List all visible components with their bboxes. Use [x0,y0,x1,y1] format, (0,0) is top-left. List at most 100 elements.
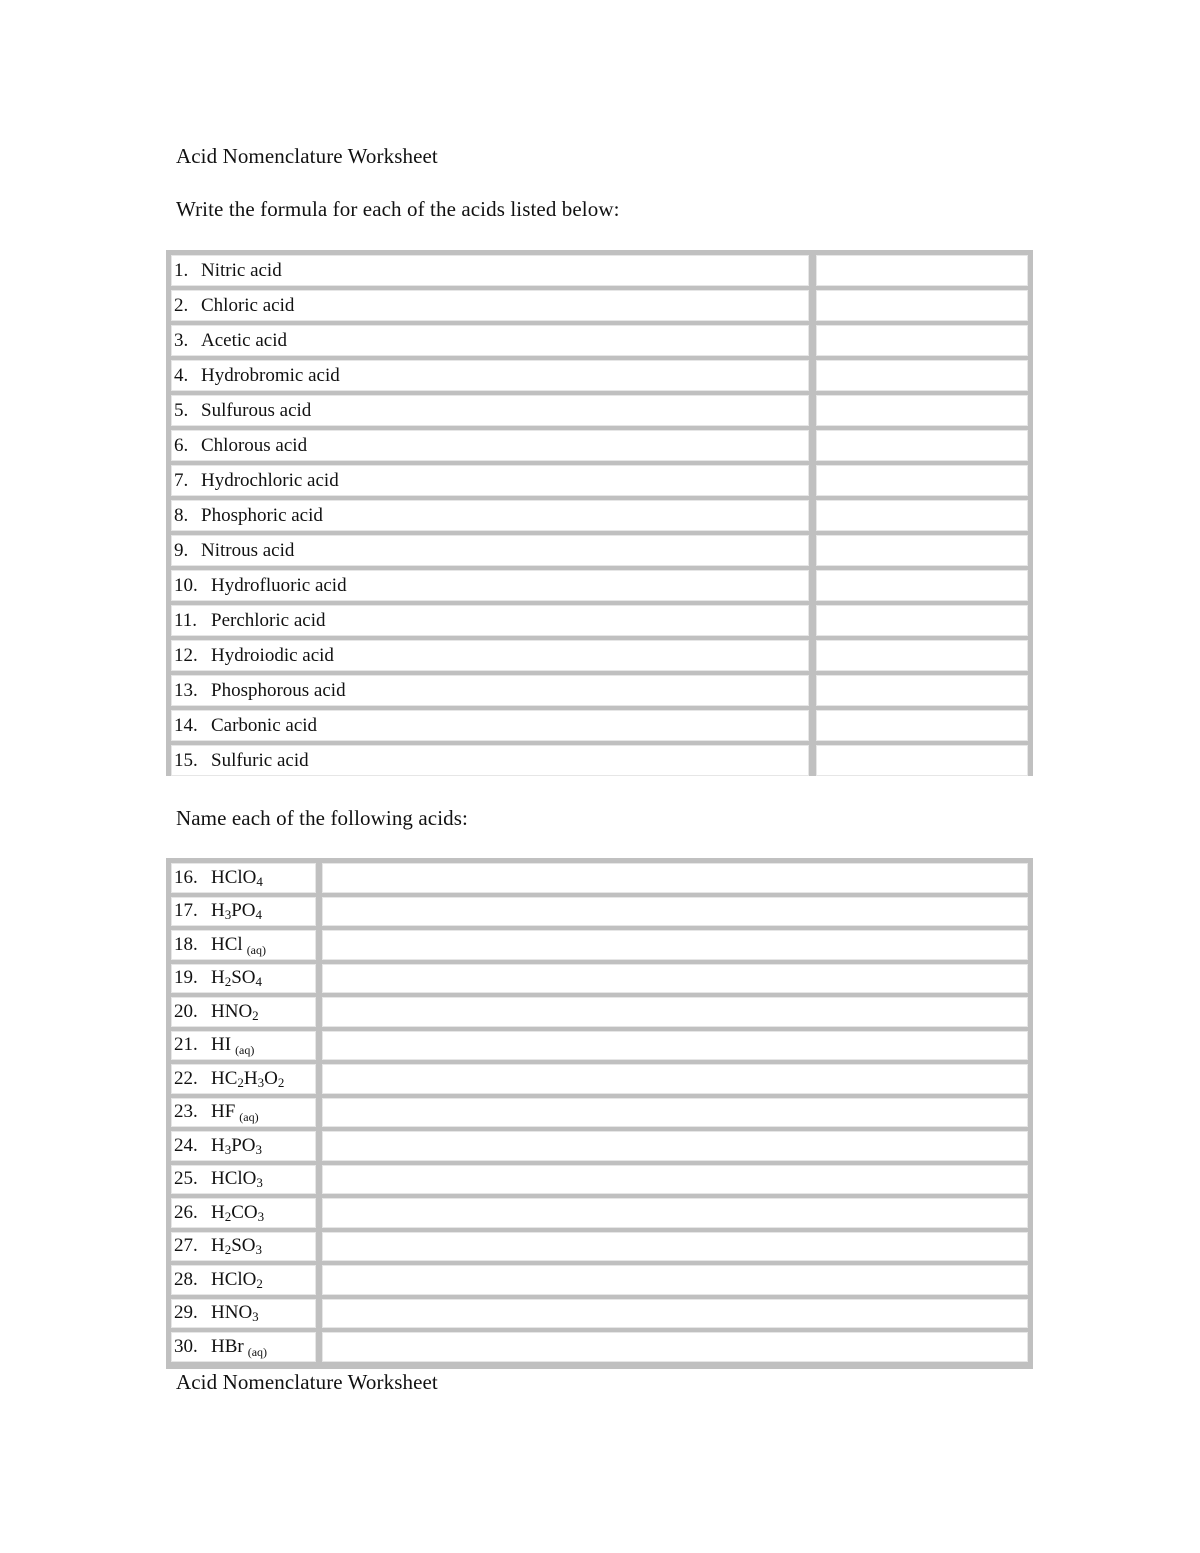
table-row: 2. Chloric acid [171,290,1028,321]
name-answer-field[interactable] [322,1164,1028,1194]
acid-formula-cell: 16. HClO4 [171,863,316,893]
name-answer-field[interactable] [322,863,1028,893]
table-row: 29. HNO3 [171,1298,1028,1328]
table-row: 18. HCl (aq) [171,930,1028,960]
table-row: 3. Acetic acid [171,325,1028,356]
acid-name-cell: 12. Hydroiodic acid [171,640,809,671]
acid-formula-cell: 18. HCl (aq) [171,930,316,960]
formula-answer-field[interactable] [816,605,1028,636]
formula-answer-field[interactable] [816,255,1028,286]
item-number: 22. [174,1067,198,1089]
table-row: 14. Carbonic acid [171,710,1028,741]
formula-answer-field[interactable] [816,745,1028,776]
name-answer-field[interactable] [322,1097,1028,1127]
subscript: 3 [255,1242,263,1258]
table-row: 23. HF (aq) [171,1097,1028,1127]
formula-answer-field[interactable] [816,710,1028,741]
acid-name-cell: 1. Nitric acid [171,255,809,286]
acid-formula: HClO4 [211,867,263,889]
item-number: 16. [174,866,198,888]
formula-part: HClO [211,1268,257,1290]
footer-title: Acid Nomenclature Worksheet [176,1370,438,1394]
name-answer-field[interactable] [322,1064,1028,1094]
name-answer-field[interactable] [322,1298,1028,1328]
formula-part: H [211,1201,225,1223]
acid-name: Nitrous acid [201,539,295,561]
table-row: 20. HNO2 [171,997,1028,1027]
formula-table: 1. Nitric acid 2. Chloric acid 3. Acetic acid… [166,250,1033,776]
table-row: 28. HClO2 [171,1265,1028,1295]
table-row: 26. H2CO3 [171,1198,1028,1228]
table-row: 30. HBr (aq) [171,1332,1028,1362]
table-row: 13. Phosphorous acid [171,675,1028,706]
acid-formula-cell: 24. H3PO3 [171,1131,316,1161]
name-answer-field[interactable] [322,963,1028,993]
table-row: 17. H3PO4 [171,896,1028,926]
name-answer-field[interactable] [322,1231,1028,1261]
acid-name: Carbonic acid [211,714,318,736]
name-answer-field[interactable] [322,997,1028,1027]
item-number: 17. [174,900,198,922]
acid-name: Chlorous acid [201,434,308,456]
name-answer-field[interactable] [322,1265,1028,1295]
acid-formula-cell: 22. HC2H3O2 [171,1064,316,1094]
formula-part: HNO [211,1302,253,1324]
table-row: 4. Hydrobromic acid [171,360,1028,391]
table-row: 1. Nitric acid [171,255,1028,286]
subscript: 3 [256,1175,263,1191]
formula-answer-field[interactable] [816,325,1028,356]
state-label: (aq) [235,1043,255,1058]
formula-answer-field[interactable] [816,395,1028,426]
acid-name-cell: 3. Acetic acid [171,325,809,356]
formula-part: H [243,1067,258,1089]
acid-name: Perchloric acid [211,609,326,631]
acid-name: Phosphorous acid [211,679,346,701]
acid-formula: HClO3 [211,1168,263,1190]
item-number: 9. [174,539,189,561]
formula-answer-field[interactable] [816,640,1028,671]
formula-answer-field[interactable] [816,360,1028,391]
formula-part: HBr [211,1335,244,1357]
table-row: 21. HI (aq) [171,1030,1028,1060]
formula-answer-field[interactable] [816,465,1028,496]
formula-part: SO [231,1235,256,1257]
name-answer-field[interactable] [322,896,1028,926]
name-answer-field[interactable] [322,930,1028,960]
item-number: 4. [174,364,189,386]
acid-name-cell: 13. Phosphorous acid [171,675,809,706]
acid-name-cell: 4. Hydrobromic acid [171,360,809,391]
acid-name: Sulfurous acid [201,399,312,421]
formula-answer-field[interactable] [816,430,1028,461]
acid-formula: H3PO4 [211,900,262,922]
name-answer-field[interactable] [322,1198,1028,1228]
acid-formula-cell: 17. H3PO4 [171,896,316,926]
acid-name-cell: 5. Sulfurous acid [171,395,809,426]
formula-answer-field[interactable] [816,675,1028,706]
table-row: 10. Hydrofluoric acid [171,570,1028,601]
formula-part: H [211,900,225,922]
formula-answer-field[interactable] [816,500,1028,531]
subscript: 3 [252,1309,259,1325]
name-answer-field[interactable] [322,1131,1028,1161]
worksheet-title: Acid Nomenclature Worksheet [176,144,438,168]
subscript: 2 [277,1074,285,1090]
item-number: 21. [174,1034,198,1056]
acid-formula-cell: 19. H2SO4 [171,963,316,993]
item-number: 10. [174,574,198,596]
formula-answer-field[interactable] [816,535,1028,566]
formula-answer-field[interactable] [816,570,1028,601]
acid-name: Sulfuric acid [211,749,309,771]
acid-formula: H2SO3 [211,1235,262,1257]
item-number: 2. [174,294,189,316]
section2-instruction: Name each of the following acids: [176,806,468,830]
state-label: (aq) [246,942,267,957]
acid-name-cell: 14. Carbonic acid [171,710,809,741]
formula-answer-field[interactable] [816,290,1028,321]
item-number: 29. [174,1302,198,1324]
name-answer-field[interactable] [322,1030,1028,1060]
acid-formula-cell: 27. H2SO3 [171,1231,316,1261]
acid-formula-cell: 26. H2CO3 [171,1198,316,1228]
name-answer-field[interactable] [322,1332,1028,1362]
table-row: 9. Nitrous acid [171,535,1028,566]
state-label: (aq) [239,1110,259,1125]
